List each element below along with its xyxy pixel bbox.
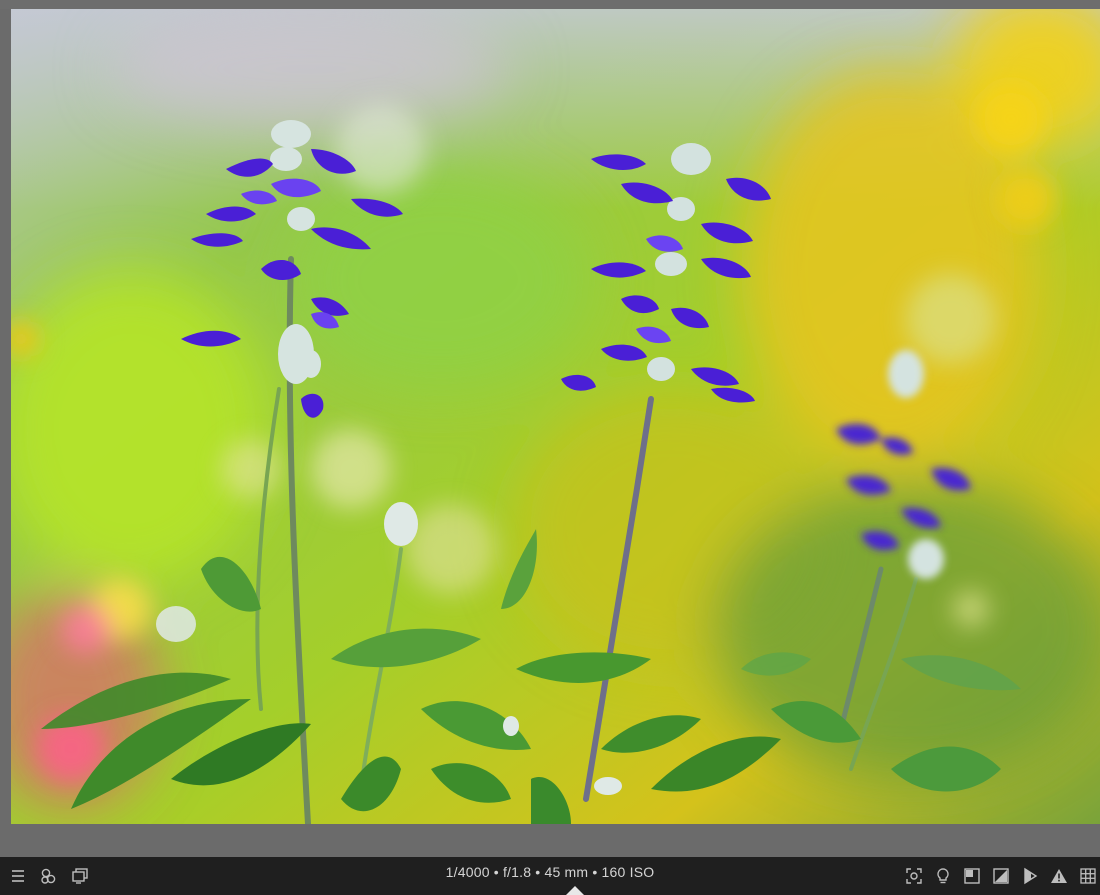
filmstrip-gap bbox=[0, 824, 1100, 857]
photo-image bbox=[11, 9, 1100, 824]
top-strip bbox=[0, 0, 1100, 9]
clipping-warning-icon[interactable] bbox=[1047, 864, 1071, 888]
focus-peaking-icon[interactable] bbox=[902, 864, 926, 888]
bottom-toolbar: 1/4000 • f/1.8 • 45 mm • 160 ISO bbox=[0, 857, 1100, 895]
photo-canvas[interactable] bbox=[11, 9, 1100, 824]
before-after-icon[interactable] bbox=[960, 864, 984, 888]
softproof-icon[interactable] bbox=[1018, 864, 1042, 888]
grid-icon[interactable] bbox=[1076, 864, 1100, 888]
idea-icon[interactable] bbox=[931, 864, 955, 888]
exposure-icon[interactable] bbox=[989, 864, 1013, 888]
filmstrip-toggle-caret[interactable] bbox=[566, 886, 584, 895]
